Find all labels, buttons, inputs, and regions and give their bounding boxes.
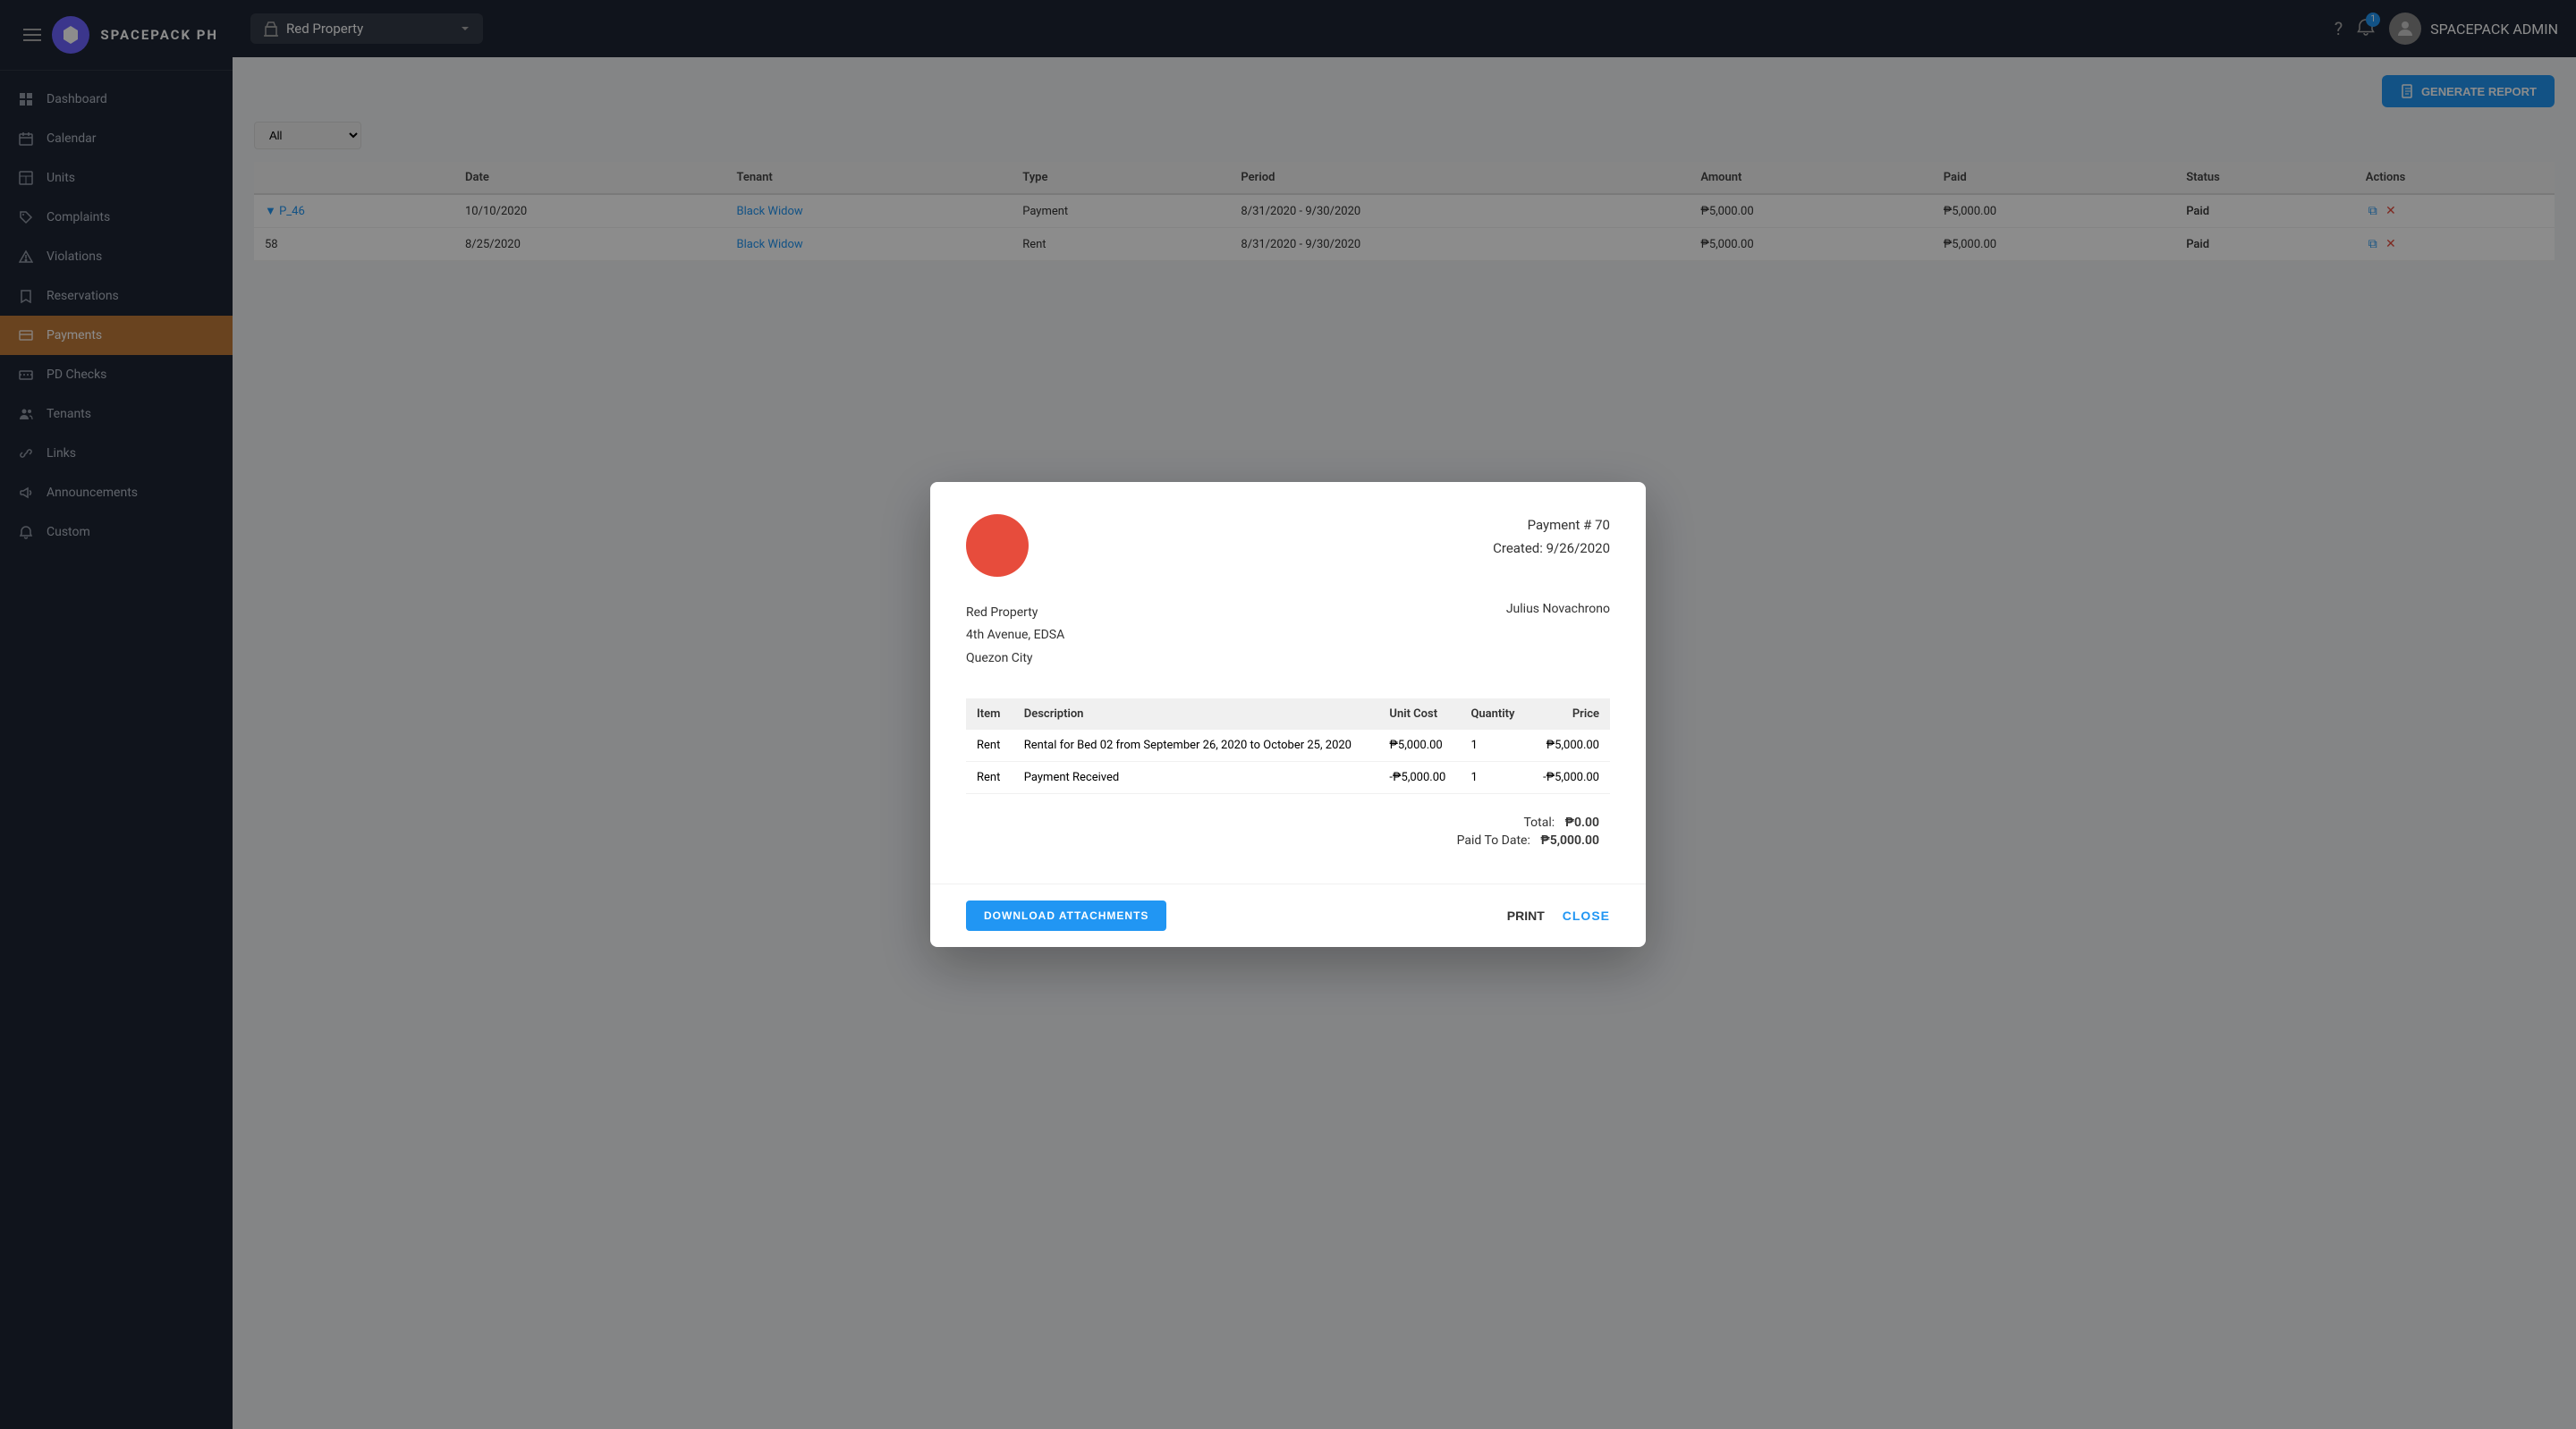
invoice-col-item: Item [966, 698, 1013, 730]
property-address2: Quezon City [966, 647, 1064, 670]
tenant-name: Julius Novachrono [1506, 602, 1610, 670]
invoice-item-2: Rent [966, 761, 1013, 793]
invoice-totals: Total: ₱0.00 Paid To Date: ₱5,000.00 [966, 808, 1610, 858]
invoice-price-2: -₱5,000.00 [1529, 761, 1610, 793]
print-button[interactable]: PRINT [1507, 909, 1545, 923]
paid-to-date-label: Paid To Date: [1457, 833, 1530, 848]
invoice-row-1: Rent Rental for Bed 02 from September 26… [966, 730, 1610, 762]
modal-overlay: Payment # 70 Created: 9/26/2020 Red Prop… [0, 0, 2576, 1429]
download-attachments-button[interactable]: DOWNLOAD ATTACHMENTS [966, 901, 1166, 931]
invoice-unitcost-2: -₱5,000.00 [1378, 761, 1460, 793]
payment-info: Payment # 70 Created: 9/26/2020 [1493, 514, 1610, 560]
modal-address-row: Red Property 4th Avenue, EDSA Quezon Cit… [966, 602, 1610, 670]
paid-to-date-line: Paid To Date: ₱5,000.00 [977, 833, 1599, 848]
invoice-table: Item Description Unit Cost Quantity Pric… [966, 698, 1610, 794]
invoice-unitcost-1: ₱5,000.00 [1378, 730, 1460, 762]
payment-modal: Payment # 70 Created: 9/26/2020 Red Prop… [930, 482, 1646, 947]
invoice-col-quantity: Quantity [1460, 698, 1528, 730]
invoice-col-price: Price [1529, 698, 1610, 730]
invoice-row-2: Rent Payment Received -₱5,000.00 1 -₱5,0… [966, 761, 1610, 793]
invoice-qty-1: 1 [1460, 730, 1528, 762]
property-address: Red Property 4th Avenue, EDSA Quezon Cit… [966, 602, 1064, 670]
invoice-qty-2: 1 [1460, 761, 1528, 793]
paid-to-date-value: ₱5,000.00 [1540, 833, 1599, 848]
invoice-description-1: Rental for Bed 02 from September 26, 202… [1013, 730, 1379, 762]
invoice-item-1: Rent [966, 730, 1013, 762]
invoice-col-unitcost: Unit Cost [1378, 698, 1460, 730]
invoice-description-2: Payment Received [1013, 761, 1379, 793]
modal-body: Payment # 70 Created: 9/26/2020 Red Prop… [930, 482, 1646, 884]
property-name: Red Property [966, 602, 1064, 624]
modal-top-row: Payment # 70 Created: 9/26/2020 [966, 514, 1610, 577]
created-date: Created: 9/26/2020 [1493, 537, 1610, 561]
total-value: ₱0.00 [1565, 816, 1599, 830]
modal-footer: DOWNLOAD ATTACHMENTS PRINT CLOSE [930, 884, 1646, 947]
total-label: Total: [1523, 816, 1555, 830]
invoice-price-1: ₱5,000.00 [1529, 730, 1610, 762]
property-logo [966, 514, 1029, 577]
invoice-col-description: Description [1013, 698, 1379, 730]
close-button[interactable]: CLOSE [1563, 909, 1610, 923]
property-address1: 4th Avenue, EDSA [966, 624, 1064, 647]
total-line: Total: ₱0.00 [977, 816, 1599, 830]
payment-number: Payment # 70 [1493, 514, 1610, 537]
modal-actions: PRINT CLOSE [1507, 909, 1610, 923]
